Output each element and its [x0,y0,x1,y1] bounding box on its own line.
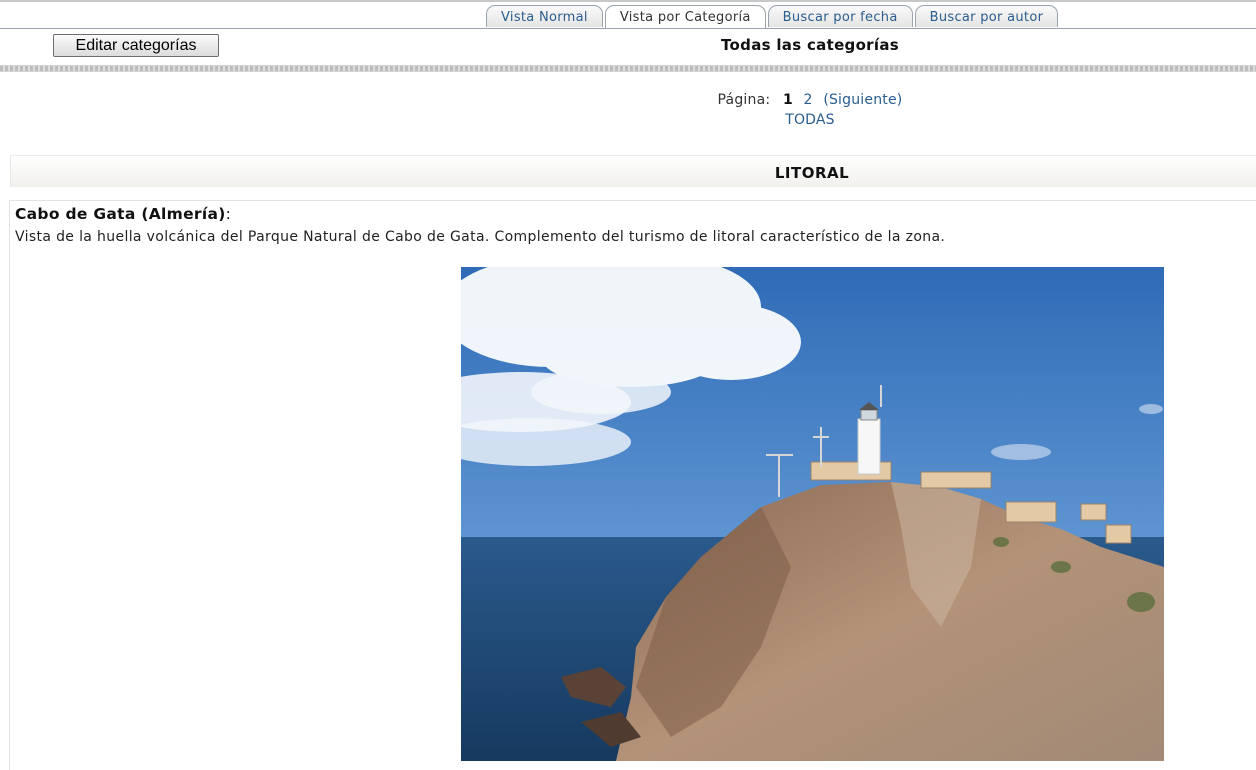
tabs-baseline [0,28,1256,29]
tab-vista-normal[interactable]: Vista Normal [486,5,603,27]
top-border [0,0,1256,2]
tab-buscar-por-fecha[interactable]: Buscar por fecha [767,5,913,27]
page-title: Todas las categorías [721,36,899,54]
pagination-current-page: 1 [782,92,793,108]
lighthouse-cliff-photo [461,267,1164,761]
tab-vista-por-categoria[interactable]: Vista por Categoría [604,5,766,29]
view-tabs: Vista Normal Vista por Categoría Buscar … [486,5,1060,29]
tab-buscar-por-autor[interactable]: Buscar por autor [914,5,1059,27]
pagination: Página: 1 2 (Siguiente) TODAS [0,90,1256,130]
entry-title: Cabo de Gata (Almería): [15,205,231,223]
pagination-page-2-link[interactable]: 2 [804,92,813,108]
pagination-next-link[interactable]: (Siguiente) [823,92,902,108]
category-header: LITORAL [10,155,1256,187]
entry-card: Cabo de Gata (Almería): Vista de la huel… [9,200,1256,770]
lighthouse [857,402,881,475]
entry-photo[interactable] [461,267,1164,761]
entry-description: Vista de la huella volcánica del Parque … [15,229,946,245]
pagination-label: Página: [717,92,771,108]
pagination-all-link[interactable]: TODAS [785,112,835,128]
header-separator [0,65,1256,72]
entry-title-colon: : [225,205,232,223]
category-title: LITORAL [774,164,850,182]
entry-title-text: Cabo de Gata (Almería) [15,205,226,223]
